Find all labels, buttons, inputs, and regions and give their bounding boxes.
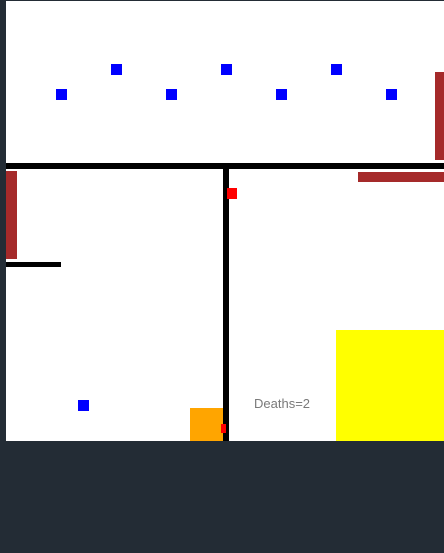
wall-ledge-left <box>6 262 61 267</box>
enemy-dot <box>78 400 89 411</box>
enemy-dot <box>276 89 287 100</box>
player-square[interactable] <box>227 188 237 199</box>
enemy-dot <box>386 89 397 100</box>
enemy-dot <box>56 89 67 100</box>
hazard-bar-left-vertical <box>6 171 17 259</box>
deaths-counter: Deaths=2 <box>254 396 311 411</box>
pusher-block <box>190 408 223 441</box>
enemy-dot <box>111 64 122 75</box>
enemy-dot <box>166 89 177 100</box>
game-viewport: Deaths=2 <box>0 0 444 553</box>
wall-vertical-center <box>223 163 229 441</box>
enemy-dot <box>221 64 232 75</box>
goal-zone <box>336 330 444 441</box>
pusher-marker <box>221 424 226 433</box>
hazard-bar-right-vertical <box>435 72 444 160</box>
hazard-bar-right-horizontal <box>358 172 444 182</box>
game-playfield[interactable]: Deaths=2 <box>6 1 444 441</box>
enemy-dot <box>331 64 342 75</box>
